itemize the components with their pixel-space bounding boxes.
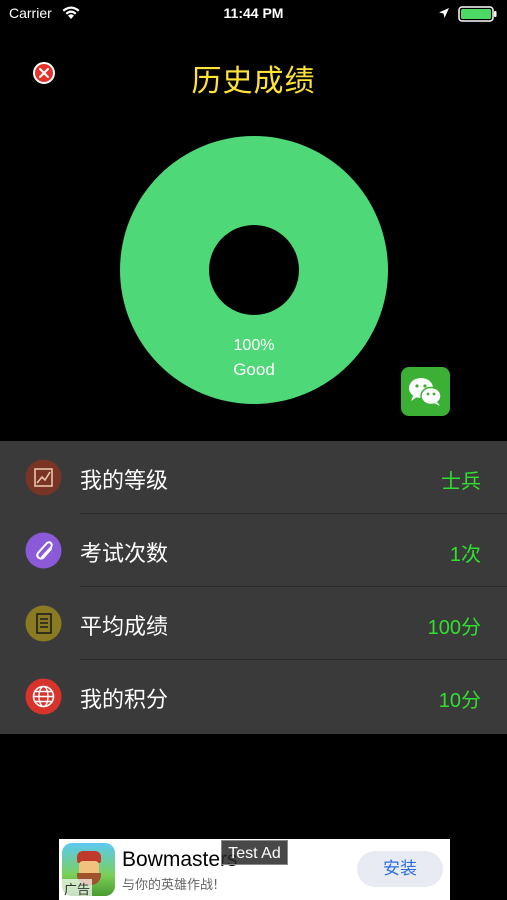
- paperclip-icon: [25, 532, 62, 569]
- document-icon: [25, 605, 62, 642]
- wechat-share-button[interactable]: [401, 367, 450, 416]
- status-bar: Carrier 11:44 PM: [0, 0, 507, 28]
- stat-label: 我的等级: [80, 469, 169, 494]
- wechat-icon: [409, 378, 442, 406]
- stat-row-average-score[interactable]: 平均成绩 100分: [0, 587, 507, 660]
- stat-value: 100分: [427, 617, 481, 639]
- stat-value: 10分: [438, 690, 481, 712]
- page-title: 历史成绩: [191, 64, 316, 99]
- status-time: 11:44 PM: [223, 5, 284, 21]
- stats-panel: 我的等级 士兵 考试次数 1次 平均成绩 100分 我的积分 10分: [0, 441, 507, 734]
- score-donut-chart: 100% Good: [119, 135, 389, 405]
- location-icon: [439, 8, 449, 18]
- stat-row-exam-count[interactable]: 考试次数 1次: [0, 514, 507, 587]
- stat-row-points[interactable]: 我的积分 10分: [0, 660, 507, 733]
- stat-row-level[interactable]: 我的等级 士兵: [0, 441, 507, 514]
- globe-icon: [25, 678, 62, 715]
- stat-value: 1次: [449, 544, 481, 566]
- test-ad-label: Test Ad: [221, 840, 288, 865]
- battery-icon: [458, 6, 497, 22]
- stat-label: 考试次数: [80, 542, 169, 567]
- stat-label: 平均成绩: [80, 615, 169, 640]
- chart-icon: [25, 459, 62, 496]
- ad-tag: 广告: [62, 879, 93, 898]
- chart-grade-label: Good: [233, 360, 275, 379]
- ad-subtitle: 与你的英雄作战!: [122, 878, 219, 893]
- stat-label: 我的积分: [80, 688, 169, 713]
- stat-value: 士兵: [441, 471, 481, 493]
- chart-percent-label: 100%: [233, 337, 275, 354]
- ad-install-button[interactable]: 安装: [357, 851, 443, 887]
